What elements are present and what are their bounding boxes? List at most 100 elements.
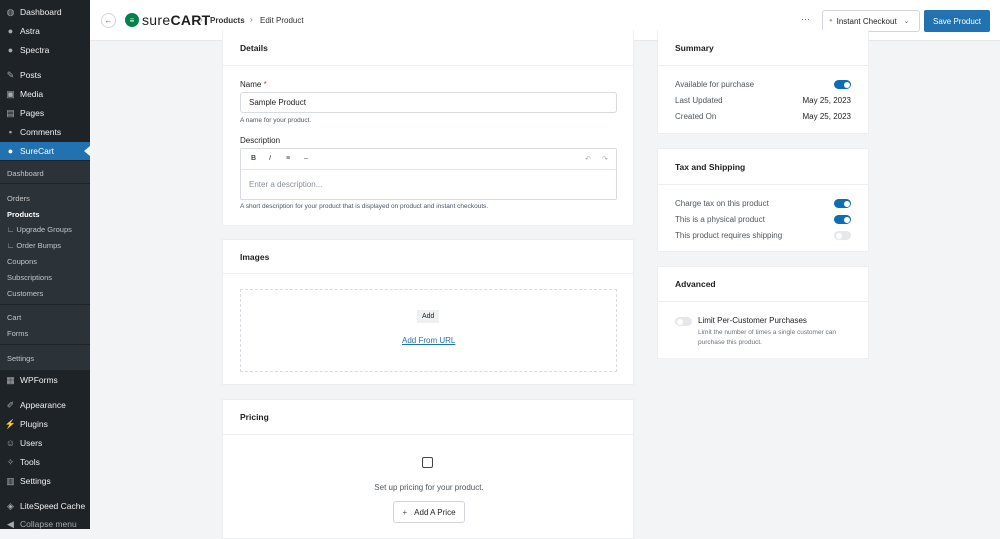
list-button[interactable]: ≡ [286,155,290,162]
sidebar-item-comments[interactable]: ▪ Comments [0,123,90,141]
pin-icon: ✎ [6,69,15,80]
pricing-title: Pricing [223,400,633,435]
collapse-icon: ◀ [7,518,14,529]
physical-product-toggle[interactable] [834,215,851,224]
image-dropzone[interactable]: Add Add From URL [240,289,617,372]
undo-button[interactable]: ↶ [585,155,591,163]
sidebar-item-plugins[interactable]: ⚡ Plugins [0,415,90,433]
sidebar-item-appearance[interactable]: ✐ Appearance [0,396,90,414]
dot-icon: ● [829,18,833,24]
summary-card: Summary Available for purchase Last Upda… [657,30,869,134]
breadcrumb-products[interactable]: Products [210,16,245,25]
chevron-right-icon: › [250,15,253,24]
description-editor: B I ≡ – ↶ ↷ Enter a description... [240,148,617,200]
sidebar-item-surecart[interactable]: ● SureCart [0,142,90,160]
plugin-icon: ⚡ [4,418,17,429]
wrench-icon: ✧ [6,456,15,467]
arrow-left-icon: ← [104,16,113,25]
back-button[interactable]: ← [101,13,116,28]
breadcrumb-current: Edit Product [260,16,304,25]
submenu-coupons[interactable]: Coupons [7,257,37,266]
name-label: Name * [240,80,267,89]
sidebar-item-media[interactable]: ▣ Media [0,85,90,103]
advanced-title: Advanced [658,267,868,302]
tax-shipping-card: Tax and Shipping Charge tax on this prod… [657,148,869,252]
spectra-icon: ● [7,45,14,55]
add-image-button[interactable]: Add [417,310,440,323]
sidebar-item-astra[interactable]: ● Astra [0,22,90,40]
settings-icon: ▥ [6,475,15,486]
admin-sidebar: ◍ Dashboard ● Astra ● Spectra ✎ Posts ▣ Media… [0,0,90,529]
instant-checkout-dropdown[interactable]: ● Instant Checkout ⌄ [822,10,920,32]
submenu-settings[interactable]: Settings [7,354,34,363]
sidebar-item-settings[interactable]: ▥ Settings [0,472,90,490]
collapse-menu[interactable]: ◀ Collapse menu [0,515,90,533]
submenu-upgrade-groups[interactable]: ∟ Upgrade Groups [7,225,72,234]
limit-purchases-help: Limit the number of times a single custo… [698,329,837,346]
users-icon: ☺ [5,438,16,448]
astra-icon: ● [7,26,14,36]
sidebar-item-litespeed[interactable]: ◈ LiteSpeed Cache [0,497,90,515]
chevron-down-icon: ⌄ [903,18,910,25]
surecart-icon: ● [7,146,14,156]
sidebar-item-tools[interactable]: ✧ Tools [0,453,90,471]
sidebar-item-spectra[interactable]: ● Spectra [0,41,90,59]
available-toggle[interactable] [834,80,851,89]
divider [0,183,90,184]
editor-toolbar: B I ≡ – ↶ ↷ [241,149,616,170]
save-product-button[interactable]: Save Product [924,10,990,32]
italic-button[interactable]: I [269,155,271,162]
requires-shipping-row: This product requires shipping [675,231,851,240]
tax-shipping-title: Tax and Shipping [658,149,868,185]
more-options-button[interactable]: ··· [801,14,810,24]
description-help: A short description for your product tha… [240,203,489,210]
requires-shipping-toggle[interactable] [834,231,851,240]
sidebar-item-dashboard[interactable]: ◍ Dashboard [0,3,90,21]
name-input[interactable]: Sample Product [240,92,617,113]
summary-title: Summary [658,30,868,66]
submenu-cart[interactable]: Cart [7,313,21,322]
details-title: Details [223,30,633,66]
last-updated-row: Last Updated May 25, 2023 [675,96,851,105]
surecart-submenu: Dashboard Orders Products ∟ Upgrade Grou… [0,161,90,370]
divider [0,304,90,305]
advanced-card: Advanced Limit Per-Customer Purchases Li… [657,266,869,359]
redo-button[interactable]: ↷ [602,155,608,163]
images-title: Images [223,240,633,274]
submenu-customers[interactable]: Customers [7,289,43,298]
submenu-order-bumps[interactable]: ∟ Order Bumps [7,241,61,250]
available-row: Available for purchase [675,80,851,89]
limit-purchases-toggle[interactable] [675,317,692,326]
surecart-logo-icon: ≡ [125,13,139,27]
sidebar-item-pages[interactable]: ▤ Pages [0,104,90,122]
shopping-bag-icon [422,457,433,468]
submenu-orders[interactable]: Orders [7,194,30,203]
litespeed-icon: ◈ [7,500,14,511]
submenu-forms[interactable]: Forms [7,329,28,338]
submenu-products[interactable]: Products [7,210,40,219]
horizontal-rule-button[interactable]: – [304,155,308,162]
submenu-dashboard[interactable]: Dashboard [7,169,44,178]
surecart-logo: ≡ sureCART [125,12,211,28]
sidebar-item-wpforms[interactable]: ▦ WPForms [0,371,90,389]
charge-tax-toggle[interactable] [834,199,851,208]
sidebar-item-posts[interactable]: ✎ Posts [0,66,90,84]
bold-button[interactable]: B [251,155,256,162]
submenu-subscriptions[interactable]: Subscriptions [7,273,52,282]
images-card: Images Add Add From URL [222,239,634,385]
limit-purchases-label: Limit Per-Customer Purchases [698,316,807,325]
chevron-right-icon: › [200,15,203,24]
divider [0,344,90,345]
description-input[interactable]: Enter a description... [241,170,616,199]
add-price-button[interactable]: + Add A Price [393,501,465,523]
wpforms-icon: ▦ [6,374,15,385]
pricing-empty-text: Set up pricing for your product. [374,483,484,492]
comment-icon: ▪ [8,127,13,137]
plus-icon: + [402,507,408,517]
charge-tax-row: Charge tax on this product [675,199,851,208]
add-from-url-link[interactable]: Add From URL [402,336,455,345]
physical-product-row: This is a physical product [675,215,851,224]
created-on-row: Created On May 25, 2023 [675,112,851,121]
name-help: A name for your product. [240,117,312,124]
sidebar-item-users[interactable]: ☺ Users [0,434,90,452]
